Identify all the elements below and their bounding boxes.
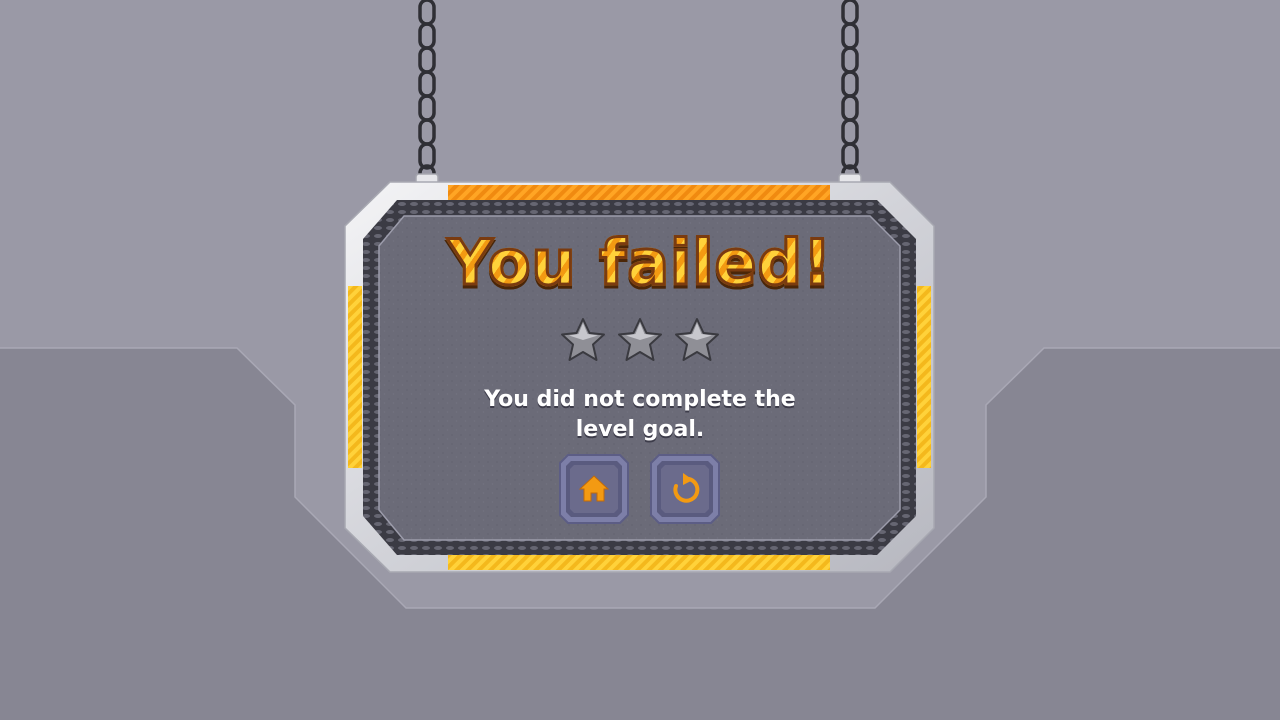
star-icon-empty (675, 318, 719, 361)
right-chain (841, 0, 859, 182)
game-over-screen: You failed! You did not complete the lev… (0, 0, 1280, 720)
star-icon-empty (618, 318, 662, 361)
home-button[interactable] (558, 453, 630, 525)
failure-message: You did not complete the level goal. (484, 387, 796, 442)
star-rating (558, 316, 722, 368)
page-title: You failed! (440, 225, 840, 301)
restart-button[interactable] (649, 453, 721, 525)
star-icon-empty (561, 318, 605, 361)
restart-icon (650, 454, 720, 524)
left-chain (418, 0, 436, 182)
home-icon (559, 454, 629, 524)
